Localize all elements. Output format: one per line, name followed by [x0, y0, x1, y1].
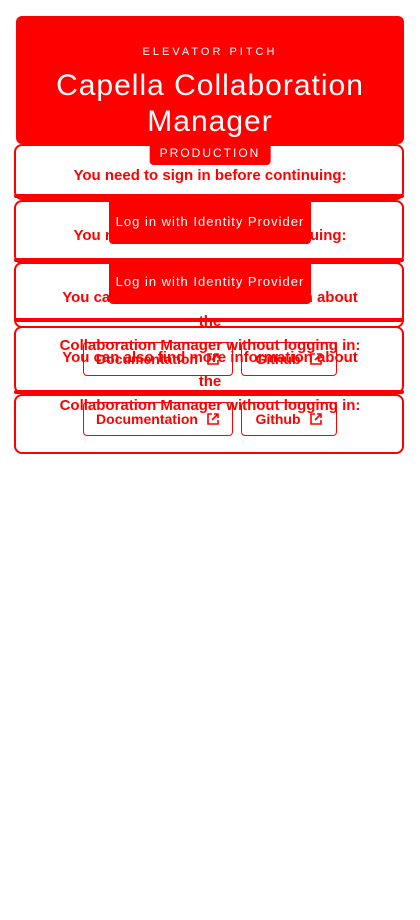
login-button-duplicate[interactable]: Log in with Identity Provider — [109, 258, 311, 304]
external-link-icon — [207, 413, 219, 425]
environment-badge: PRODUCTION — [149, 140, 271, 165]
login-button[interactable]: Log in with Identity Provider — [109, 198, 311, 244]
title-line-1: Capella Collaboration — [56, 69, 364, 102]
title-line-2: Manager — [147, 105, 273, 138]
documentation-label: Documentation — [96, 411, 198, 427]
login-prompt: You need to sign in before continuing: — [73, 167, 347, 184]
github-link[interactable]: Github — [241, 402, 337, 436]
github-label: Github — [255, 411, 301, 427]
page-title: Capella Collaboration Manager — [16, 68, 404, 140]
app-header: ELEVATOR PITCH Capella Collaboration Man… — [16, 16, 404, 144]
info-line-1: You can also find more information about… — [62, 349, 358, 390]
documentation-link[interactable]: Documentation — [83, 402, 233, 436]
external-link-icon — [309, 413, 322, 425]
header-eyebrow: ELEVATOR PITCH — [142, 46, 278, 58]
